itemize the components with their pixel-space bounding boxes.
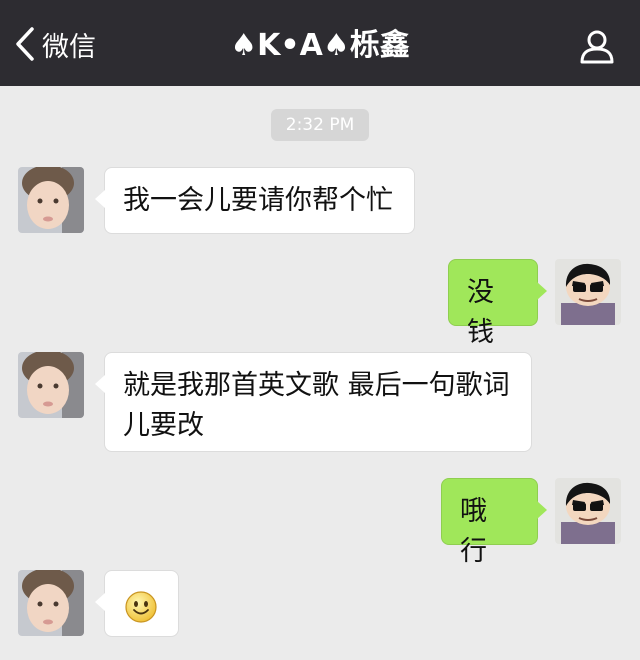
- contact-avatar[interactable]: [18, 352, 84, 418]
- self-avatar[interactable]: [555, 259, 621, 325]
- message-bubble-incoming[interactable]: [95, 570, 179, 637]
- message-text: 就是我那首英文歌 最后一句歌词儿要改: [123, 370, 510, 441]
- message-text: 没钱: [467, 277, 494, 348]
- message-text: 哦 行: [460, 496, 487, 567]
- smile-emoji-icon: [125, 591, 157, 623]
- self-avatar[interactable]: [555, 478, 621, 544]
- message-bubble-outgoing[interactable]: 没钱: [448, 259, 547, 348]
- message-bubble-incoming[interactable]: 就是我那首英文歌 最后一句歌词儿要改: [95, 352, 532, 452]
- contact-avatar[interactable]: [18, 167, 84, 233]
- profile-icon[interactable]: [580, 30, 614, 64]
- message-bubble-incoming[interactable]: 我一会儿要请你帮个忙: [95, 167, 415, 234]
- chat-title: ♠K•A♠栎鑫: [230, 28, 410, 63]
- message-bubble-outgoing[interactable]: 哦 行: [441, 478, 547, 567]
- contact-avatar[interactable]: [18, 570, 84, 636]
- timestamp: 2:32 PM: [271, 109, 369, 141]
- message-text: 我一会儿要请你帮个忙: [123, 185, 393, 216]
- navigation-bar: 微信 ♠K•A♠栎鑫: [0, 0, 640, 86]
